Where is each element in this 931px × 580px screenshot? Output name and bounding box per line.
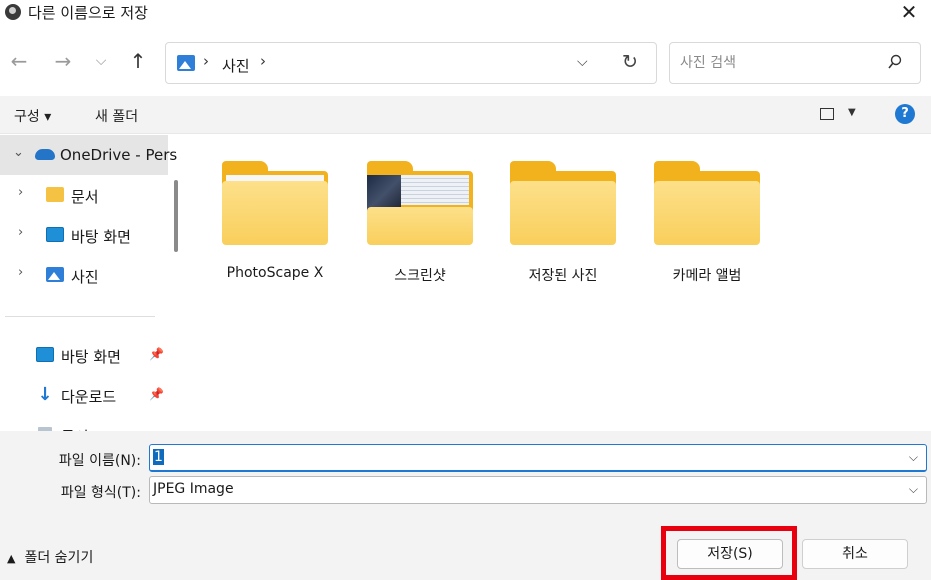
pin-icon: 📌 xyxy=(149,387,164,401)
sidebar-item-label: 사진 xyxy=(71,268,99,286)
desktop-icon xyxy=(36,347,54,362)
view-options-chevron-icon[interactable]: ▼ xyxy=(848,107,856,118)
filename-row: 파일 이름(N): 1 ⌵ xyxy=(0,444,931,474)
breadcrumb-separator[interactable]: › xyxy=(260,52,266,70)
folder-item-photoscape[interactable]: PhotoScape X xyxy=(204,159,332,299)
filename-value[interactable]: 1 xyxy=(153,449,164,465)
filename-label: 파일 이름(N): xyxy=(58,453,141,469)
folder-icon xyxy=(367,161,473,245)
recent-locations-chevron-icon[interactable]: ⌵ xyxy=(90,48,112,74)
filetype-label: 파일 형식(T): xyxy=(60,485,141,501)
search-input[interactable] xyxy=(680,52,880,74)
breadcrumb-pictures[interactable]: 사진 xyxy=(222,55,250,76)
hide-folders-toggle[interactable]: ▲ 폴더 숨기기 xyxy=(7,547,93,567)
folder-name: 스크린샷 xyxy=(394,268,446,284)
folder-icon xyxy=(46,187,64,202)
sidebar-item-documents[interactable]: › 문서 xyxy=(0,175,168,215)
save-form-panel: 파일 이름(N): 1 ⌵ 파일 형식(T): JPEG Image ⌵ ▲ 폴더… xyxy=(0,431,931,580)
download-icon: ↓ xyxy=(37,384,53,405)
filetype-dropdown-icon[interactable]: ⌵ xyxy=(909,482,918,497)
sidebar-item-label: OneDrive - Pers xyxy=(60,146,178,164)
pin-icon: 📌 xyxy=(149,347,164,361)
sidebar-item-quick-documents[interactable]: 문서 xyxy=(0,415,168,431)
sidebar-item-label: 문서 xyxy=(71,188,99,206)
address-bar[interactable]: › 사진 › ⌵ ↻ xyxy=(165,42,657,84)
navigation-bar: ← → ⌵ ↑ › 사진 › ⌵ ↻ xyxy=(0,38,931,88)
folder-name: 저장된 사진 xyxy=(528,268,598,284)
filetype-row: 파일 형식(T): JPEG Image ⌵ xyxy=(0,476,931,506)
command-bar: 구성 ▾ 새 폴더 ▼ ? xyxy=(0,96,931,134)
folder-icon xyxy=(654,161,760,245)
refresh-icon[interactable]: ↻ xyxy=(622,51,638,73)
close-icon[interactable]: ✕ xyxy=(895,2,923,24)
folder-item-saved-pictures[interactable]: 저장된 사진 xyxy=(492,159,620,299)
folder-icon xyxy=(222,161,328,245)
sidebar-divider xyxy=(5,316,155,317)
breadcrumb-separator: › xyxy=(203,52,209,70)
sidebar-scrollbar[interactable] xyxy=(174,180,178,252)
pictures-icon xyxy=(46,267,64,282)
chevron-up-icon: ▲ xyxy=(7,552,16,565)
title-bar: 다른 이름으로 저장 ✕ xyxy=(0,0,931,28)
filename-dropdown-icon[interactable]: ⌵ xyxy=(909,450,918,465)
desktop-icon xyxy=(46,227,64,242)
collapse-chevron-icon[interactable]: ⌄ xyxy=(13,145,24,160)
folder-icon xyxy=(510,161,616,245)
up-arrow-icon[interactable]: ↑ xyxy=(127,48,149,74)
sidebar-item-label: 바탕 화면 xyxy=(71,228,131,246)
cancel-button[interactable]: 취소 xyxy=(802,539,908,569)
view-mode-icon[interactable] xyxy=(820,108,834,120)
folder-item-screenshots[interactable]: 스크린샷 xyxy=(349,159,477,299)
pictures-icon xyxy=(177,55,195,71)
search-box[interactable] xyxy=(669,42,921,84)
app-icon xyxy=(5,4,21,20)
search-icon[interactable] xyxy=(888,54,902,72)
sidebar-item-desktop[interactable]: › 바탕 화면 xyxy=(0,215,168,255)
address-dropdown-icon[interactable]: ⌵ xyxy=(577,54,588,70)
cloud-icon xyxy=(35,149,55,160)
sidebar-item-label: 바탕 화면 xyxy=(61,348,121,366)
folder-item-camera-roll[interactable]: 카메라 앨범 xyxy=(636,159,764,299)
sidebar-item-label: 다운로드 xyxy=(61,388,117,406)
hide-folders-label: 폴더 숨기기 xyxy=(24,550,94,566)
forward-arrow-icon[interactable]: → xyxy=(52,48,74,74)
sidebar-item-quick-desktop[interactable]: 바탕 화면 📌 xyxy=(0,335,168,375)
sidebar-item-downloads[interactable]: ↓ 다운로드 📌 xyxy=(0,375,168,415)
expand-chevron-icon[interactable]: › xyxy=(18,265,23,280)
sidebar-item-pictures[interactable]: › 사진 xyxy=(0,255,168,295)
folder-name: PhotoScape X xyxy=(226,265,324,281)
folder-name: 카메라 앨범 xyxy=(672,268,742,284)
expand-chevron-icon[interactable]: › xyxy=(18,185,23,200)
new-folder-button[interactable]: 새 폴더 xyxy=(95,106,138,126)
save-button[interactable]: 저장(S) xyxy=(677,539,783,569)
file-list: PhotoScape X 스크린샷 저장된 사진 카메라 앨범 xyxy=(190,135,931,431)
filetype-value: JPEG Image xyxy=(153,481,234,497)
filetype-select[interactable]: JPEG Image ⌵ xyxy=(149,476,927,504)
window-title: 다른 이름으로 저장 xyxy=(28,4,148,22)
expand-chevron-icon[interactable]: › xyxy=(18,225,23,240)
sidebar-item-onedrive[interactable]: ⌄ OneDrive - Pers xyxy=(0,135,177,175)
navigation-pane: ⌄ OneDrive - Pers › 문서 › 바탕 화면 › 사진 바탕 화… xyxy=(0,135,182,431)
organize-menu[interactable]: 구성 ▾ xyxy=(14,106,51,126)
back-arrow-icon[interactable]: ← xyxy=(8,48,30,74)
filename-input[interactable]: 1 ⌵ xyxy=(149,444,927,472)
help-icon[interactable]: ? xyxy=(895,104,915,124)
